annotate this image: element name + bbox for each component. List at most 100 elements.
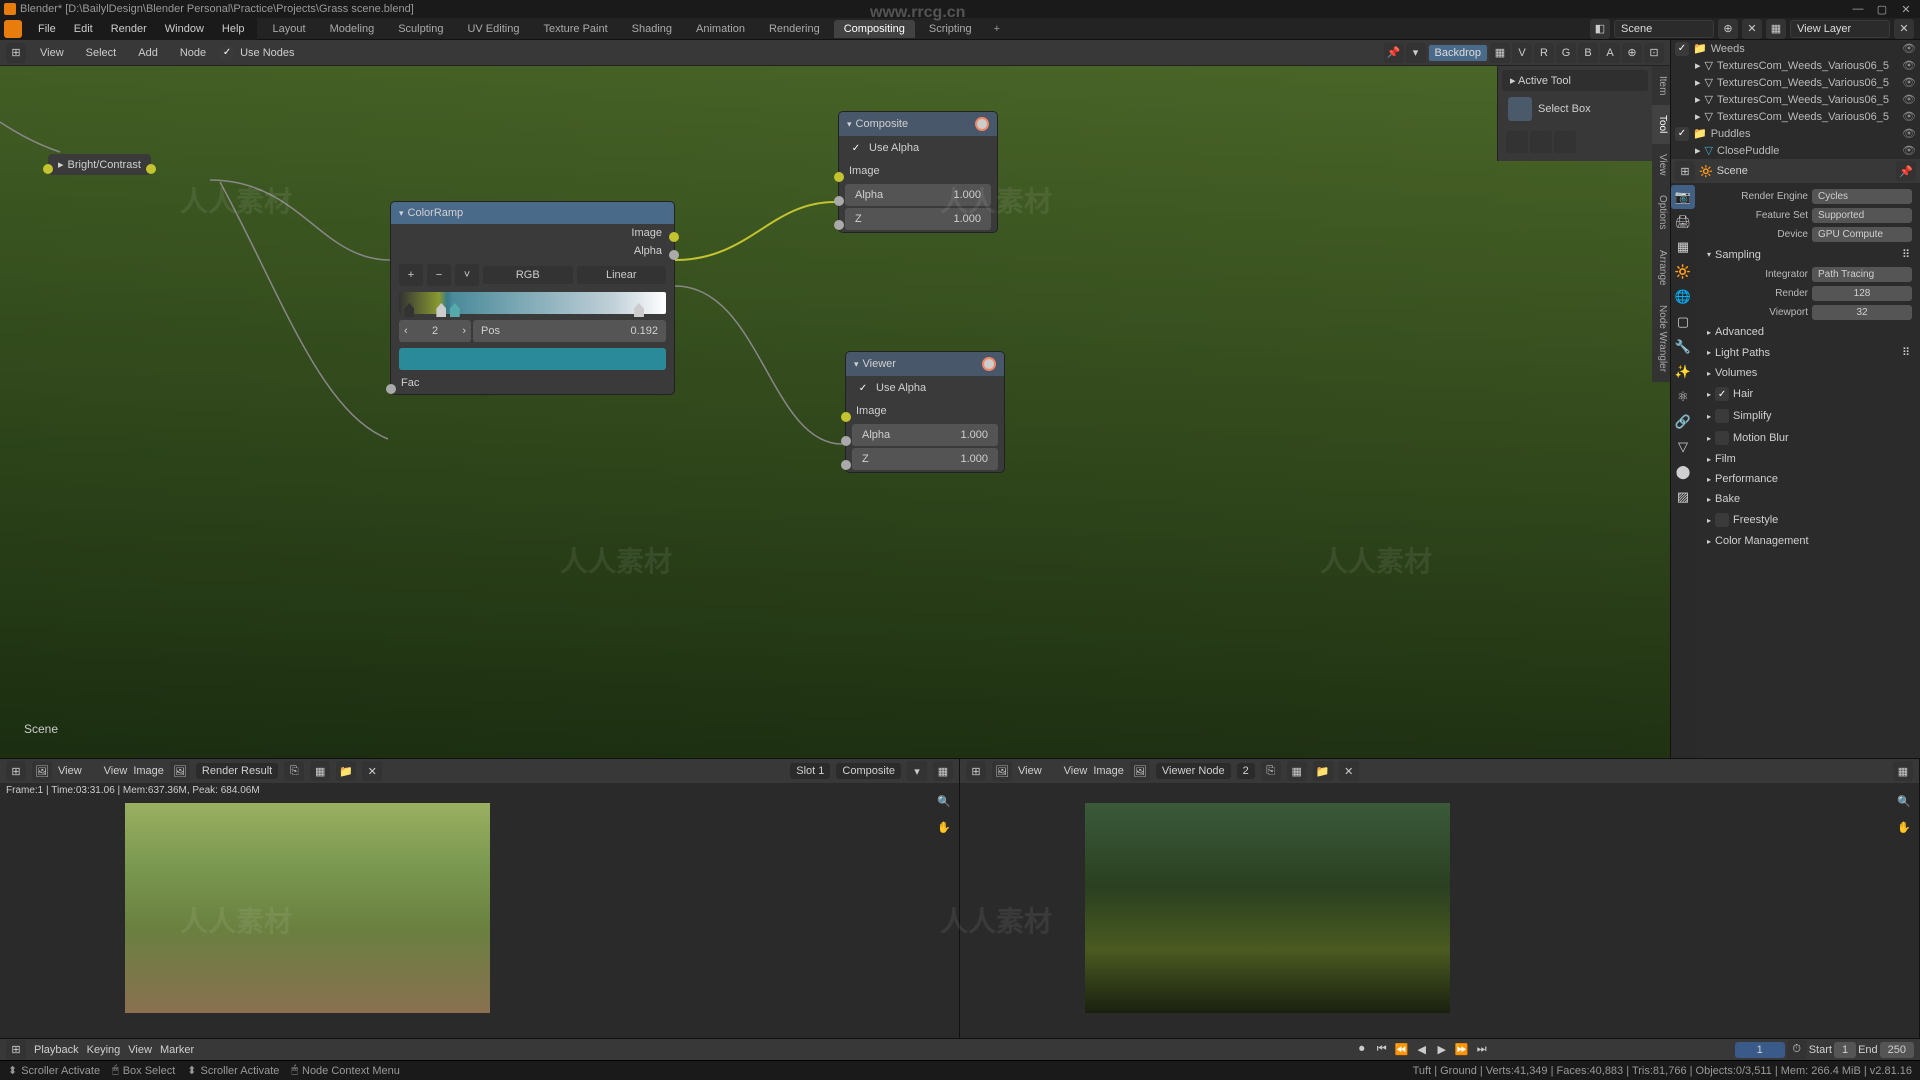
unlink-icon[interactable]: ✕ — [362, 761, 382, 781]
autokey-icon[interactable]: ⏺ — [1353, 1042, 1371, 1058]
menu-help[interactable]: Help — [214, 20, 253, 38]
render-tab-icon[interactable]: 📷 — [1671, 185, 1695, 209]
channel-g[interactable]: G — [1556, 43, 1576, 63]
visibility-icon[interactable]: 👁 — [1902, 42, 1916, 55]
render-engine-select[interactable]: Cycles — [1812, 189, 1912, 204]
jump-end-icon[interactable]: ⏭ — [1473, 1042, 1491, 1058]
next-stop-icon[interactable]: › — [462, 325, 466, 337]
alpha-socket[interactable] — [669, 250, 679, 260]
outliner-row-mesh[interactable]: ▸▽TexturesCom_Weeds_Various06_5👁 — [1671, 57, 1920, 74]
preview-icon[interactable] — [982, 357, 996, 371]
menu-window[interactable]: Window — [157, 20, 212, 38]
play-reverse-icon[interactable]: ◀ — [1413, 1042, 1431, 1058]
channel-r[interactable]: R — [1534, 43, 1554, 63]
scene-selector[interactable]: Scene — [1614, 20, 1714, 38]
start-frame-field[interactable]: 1 — [1834, 1042, 1856, 1058]
viewport-samples-field[interactable]: 32 — [1812, 305, 1912, 320]
ramp-handle-2[interactable] — [450, 303, 460, 317]
tab-modeling[interactable]: Modeling — [320, 20, 385, 38]
menu-view[interactable]: View — [1018, 765, 1042, 777]
constraint-tab-icon[interactable]: 🔗 — [1671, 410, 1695, 434]
tab-texture-paint[interactable]: Texture Paint — [533, 20, 617, 38]
image-browse-icon[interactable]: 🖼 — [170, 761, 190, 781]
collection-checkbox[interactable] — [1675, 42, 1689, 56]
end-frame-field[interactable]: 250 — [1880, 1042, 1914, 1058]
hair-checkbox[interactable] — [1715, 387, 1729, 401]
new-image-icon[interactable]: ▦ — [310, 761, 330, 781]
z-input[interactable]: Z1.000 — [845, 208, 991, 230]
use-alpha-checkbox[interactable] — [849, 141, 863, 155]
tab-scripting[interactable]: Scripting — [919, 20, 982, 38]
pin-icon[interactable]: 📌 — [1896, 161, 1916, 181]
slot-select[interactable]: Slot 1 — [790, 763, 830, 779]
motionblur-checkbox[interactable] — [1715, 431, 1729, 445]
preview-range-icon[interactable]: ⏱ — [1787, 1040, 1807, 1060]
editor-type-icon[interactable]: ⊞ — [6, 761, 26, 781]
use-nodes-checkbox[interactable] — [220, 46, 234, 60]
menu-node[interactable]: Node — [172, 44, 214, 62]
sidebar-tab-tool[interactable]: Tool — [1652, 105, 1670, 143]
use-alpha-checkbox[interactable] — [856, 381, 870, 395]
menu-image[interactable]: Image — [1093, 765, 1124, 777]
feature-set-select[interactable]: Supported — [1812, 208, 1912, 223]
sidebar-tab-options[interactable]: Options — [1652, 185, 1670, 239]
menu-select[interactable]: Select — [78, 44, 125, 62]
menu-edit[interactable]: Edit — [66, 20, 101, 38]
tab-shading[interactable]: Shading — [622, 20, 682, 38]
colorramp-node[interactable]: ▾ ColorRamp Image Alpha + − ˅ RGB Linear — [390, 201, 675, 395]
menu-image[interactable]: Image — [133, 765, 164, 777]
tab-compositing[interactable]: Compositing — [834, 20, 915, 38]
scene-name[interactable]: Scene — [1717, 165, 1748, 177]
new-image-icon[interactable]: ▦ — [1287, 761, 1307, 781]
freestyle-checkbox[interactable] — [1715, 513, 1729, 527]
advanced-section[interactable]: ▸Advanced — [1701, 322, 1916, 342]
node-canvas[interactable]: ▸ Bright/Contrast ▾ ColorRamp Image Alph… — [0, 66, 1670, 758]
render-samples-field[interactable]: 128 — [1812, 286, 1912, 301]
composite-node[interactable]: ▾ Composite Use Alpha Image Alpha1.000 Z… — [838, 111, 998, 233]
jump-next-keyframe-icon[interactable]: ⏩ — [1453, 1042, 1471, 1058]
channel-combined-icon[interactable]: ▦ — [1490, 43, 1510, 63]
viewlayer-selector[interactable]: View Layer — [1790, 20, 1890, 38]
tab-rendering[interactable]: Rendering — [759, 20, 830, 38]
editor-type-icon[interactable]: ⊞ — [1675, 161, 1695, 181]
pin-icon[interactable]: 📌 — [1384, 43, 1404, 63]
layer-select[interactable]: Composite — [836, 763, 901, 779]
physics-tab-icon[interactable]: ⚛ — [1671, 385, 1695, 409]
outliner-row-mesh[interactable]: ▸▽TexturesCom_Weeds_Various06_5👁 — [1671, 91, 1920, 108]
menu-render[interactable]: Render — [103, 20, 155, 38]
image-name-field[interactable]: Render Result — [196, 763, 278, 779]
bake-section[interactable]: ▸Bake — [1701, 489, 1916, 509]
outliner-row-mesh[interactable]: ▸▽TexturesCom_Weeds_Various06_5👁 — [1671, 74, 1920, 91]
volumes-section[interactable]: ▸Volumes — [1701, 363, 1916, 383]
display-channels-icon[interactable]: ▦ — [933, 761, 953, 781]
viewlayer-delete-button[interactable]: ✕ — [1894, 19, 1914, 39]
menu-view[interactable]: View — [32, 44, 72, 62]
play-icon[interactable]: ▶ — [1433, 1042, 1451, 1058]
menu-icon[interactable]: ⠿ — [1902, 248, 1910, 261]
editor-type-icon[interactable]: ⊞ — [966, 761, 986, 781]
backdrop-button[interactable]: Backdrop — [1428, 44, 1488, 62]
interp-select[interactable]: Linear — [577, 266, 667, 284]
viewer-title-bar[interactable]: ▾ Viewer — [846, 352, 1004, 376]
visibility-icon[interactable]: 👁 — [1902, 59, 1916, 72]
menu-view[interactable]: View — [58, 765, 82, 777]
colorramp-title-bar[interactable]: ▾ ColorRamp — [391, 202, 674, 224]
output-tab-icon[interactable]: 🖨 — [1671, 210, 1695, 234]
pos-field[interactable]: Pos 0.192 — [473, 320, 666, 342]
keying-menu[interactable]: Keying — [87, 1044, 121, 1056]
pan-icon[interactable]: ✋ — [1897, 821, 1911, 834]
backdrop-channel-icon[interactable]: ▾ — [1406, 43, 1426, 63]
viewlayer-tab-icon[interactable]: ▦ — [1671, 235, 1695, 259]
unlink-icon[interactable]: ✕ — [1339, 761, 1359, 781]
zoom-icon[interactable]: 🔍 — [937, 795, 951, 808]
snap-mode-icon[interactable] — [1530, 131, 1552, 153]
menu-add[interactable]: Add — [130, 44, 166, 62]
z-input[interactable]: Z1.000 — [852, 448, 998, 470]
composite-title-bar[interactable]: ▾ Composite — [839, 112, 997, 136]
image-socket[interactable] — [669, 232, 679, 242]
close-button[interactable]: ✕ — [1896, 3, 1916, 15]
fake-user-icon[interactable]: ⎘ — [284, 761, 304, 781]
freestyle-section[interactable]: ▸Freestyle — [1701, 509, 1916, 531]
sampling-section[interactable]: ▾Sampling⠿ — [1701, 244, 1916, 265]
prev-stop-icon[interactable]: ‹ — [404, 325, 408, 337]
